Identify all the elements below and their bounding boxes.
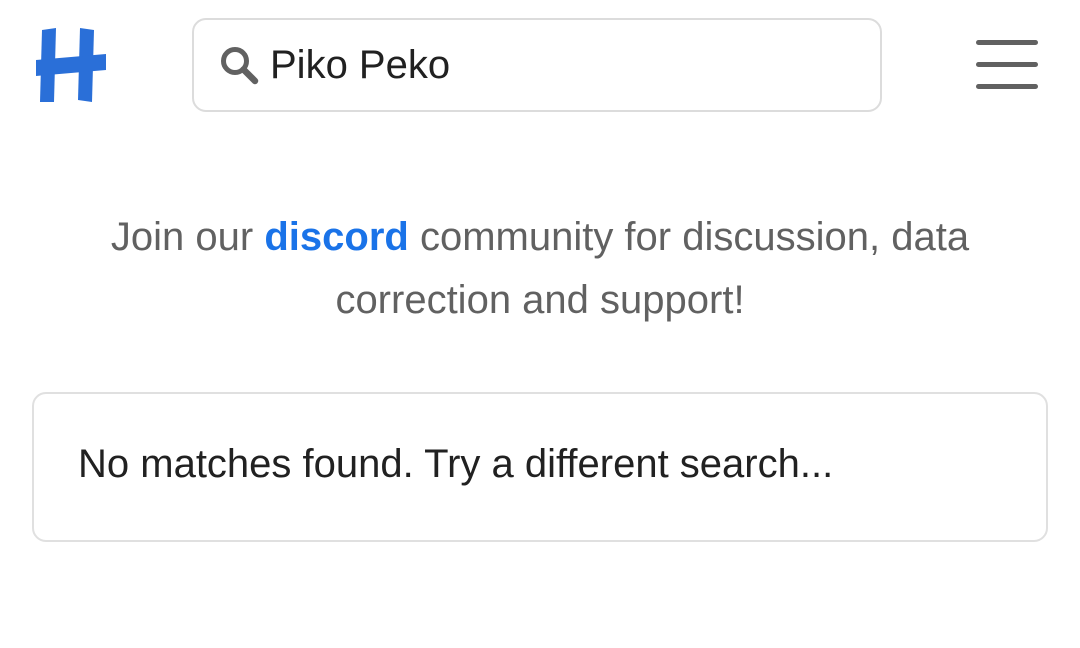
page: Join our discord community for discussio… [0, 0, 1080, 648]
no-results-message: No matches found. Try a different search… [78, 442, 834, 486]
menu-bar [976, 62, 1038, 67]
h-logo-icon[interactable] [34, 26, 108, 104]
no-results-card: No matches found. Try a different search… [32, 392, 1048, 542]
community-prefix: Join our [110, 215, 265, 259]
discord-link[interactable]: discord [264, 215, 408, 259]
community-message: Join our discord community for discussio… [60, 206, 1020, 332]
search-bar[interactable] [192, 18, 882, 112]
hamburger-menu-icon[interactable] [972, 38, 1042, 96]
menu-bar [976, 84, 1038, 89]
community-suffix: community for discussion, data correctio… [335, 215, 970, 322]
menu-bar [976, 40, 1038, 45]
search-icon [221, 47, 259, 85]
search-input[interactable] [270, 42, 850, 88]
